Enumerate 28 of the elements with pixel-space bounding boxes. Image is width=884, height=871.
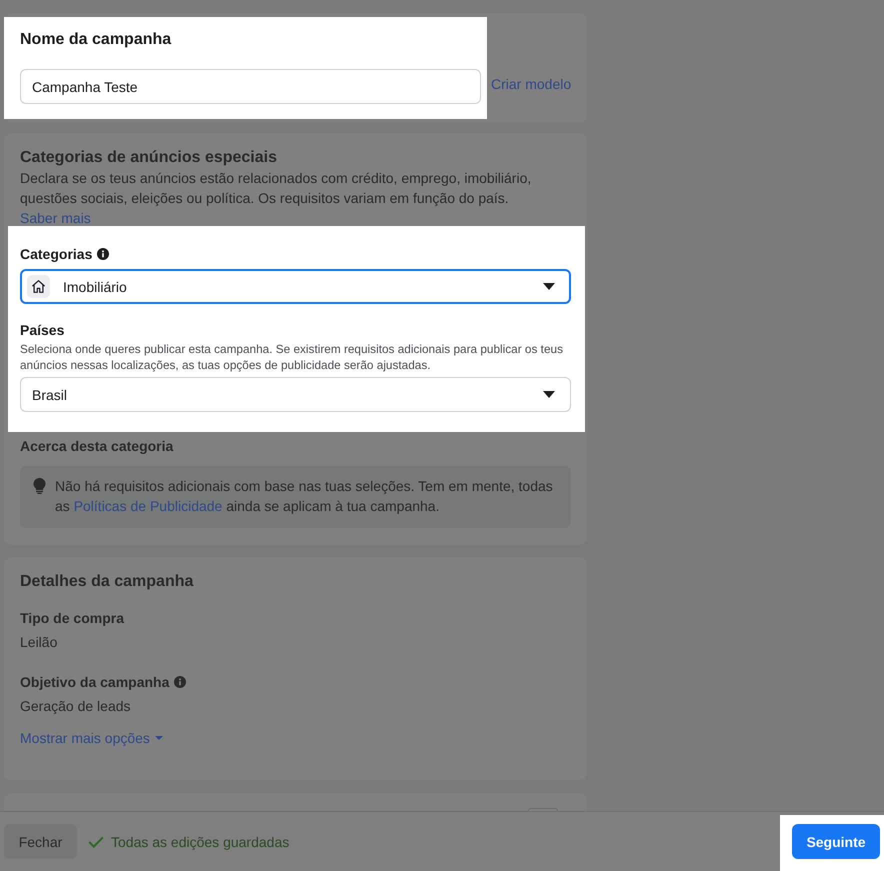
category-select[interactable]: Imobiliário [20, 269, 571, 304]
field-label: Tipo de compra [20, 609, 124, 628]
show-more-link[interactable]: Mostrar mais opções [20, 728, 163, 748]
learn-more-link[interactable]: Saber mais [20, 210, 91, 226]
campaign-name-field[interactable]: Campanha Teste [20, 69, 481, 104]
field-label: Categorias [20, 245, 92, 264]
caret-icon [543, 391, 555, 398]
helper-text: Seleciona onde queres publicar esta campanha. Se existirem requisitos adicionais para publicar os teus anúncios nessas localizações, as tuas opções de publicidade serão ajustadas. [20, 341, 564, 373]
create-template-link[interactable]: Criar modelo [491, 75, 572, 93]
section-title: Nome da campanha [20, 30, 172, 50]
advertising-policies-link[interactable]: Políticas de Publicidade [74, 498, 222, 514]
field-value: Geração de leads [20, 697, 132, 716]
house-icon [27, 275, 50, 298]
field-label: Países [20, 321, 64, 340]
lightbulb-icon [33, 478, 46, 494]
close-button[interactable]: Fechar [4, 824, 77, 859]
section-title: Detalhes da campanha [20, 572, 194, 592]
country-select[interactable]: Brasil [20, 377, 571, 412]
caret-icon [154, 736, 163, 740]
description-text: Declara se os teus anúncios estão relacionados com crédito, emprego, imobiliário, questões sociais, eleições ou política. Os requisitos variam em função do país. Saber mais [20, 169, 532, 228]
field-value: Leilão [20, 633, 58, 652]
section-title: Categorias de anúncios especiais [20, 148, 278, 168]
caret-icon [543, 283, 555, 290]
field-label: Objetivo da campanha [20, 673, 170, 692]
next-button[interactable]: Seguinte [792, 824, 880, 859]
notice-text: Não há requisitos adicionais com base nas tuas seleções. Tem em mente, todas as Políticas de Publicidade ainda se aplicam à tua campanha. [55, 477, 554, 516]
subsection-title: Acerca desta categoria [20, 437, 174, 456]
save-status-text: Todas as edições guardadas [111, 832, 290, 852]
